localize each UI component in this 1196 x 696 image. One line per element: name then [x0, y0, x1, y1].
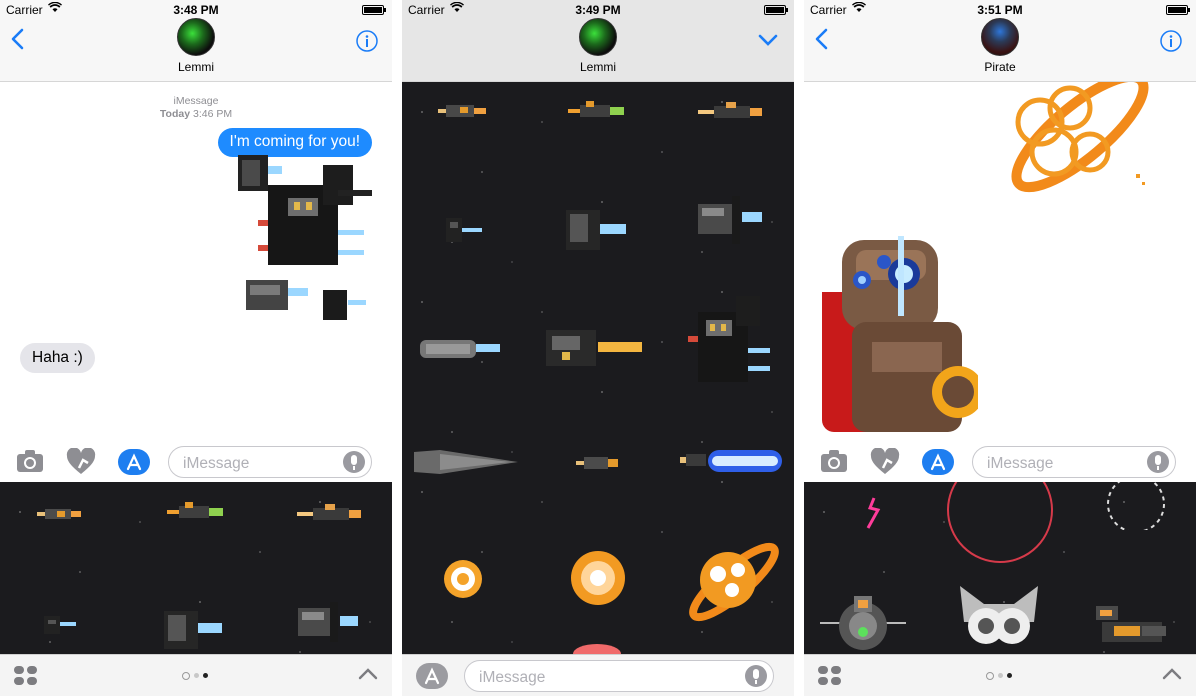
sticker-item[interactable]: [160, 607, 228, 651]
status-bar: Carrier 3:51 PM: [804, 0, 1196, 20]
info-icon[interactable]: [356, 30, 378, 52]
page-indicator[interactable]: [0, 670, 392, 680]
message-input-placeholder: iMessage: [183, 455, 250, 472]
time-label: 3:46 PM: [192, 108, 233, 120]
incoming-message-bubble[interactable]: Haha :): [20, 343, 95, 373]
microphone-icon[interactable]: [343, 451, 365, 473]
sticker-item[interactable]: [436, 100, 490, 122]
chevron-up-icon[interactable]: [358, 667, 378, 686]
sticker-item[interactable]: [442, 214, 488, 246]
nav-header: Carrier 3:49 PM Lemmi: [402, 0, 794, 82]
explosion-sticker[interactable]: [970, 71, 1160, 222]
page-indicator[interactable]: [804, 670, 1196, 680]
back-chevron-icon[interactable]: [814, 28, 830, 52]
status-bar: Carrier 3:49 PM: [402, 0, 794, 20]
app-store-icon[interactable]: [118, 449, 150, 475]
sticker-item[interactable]: [1092, 602, 1172, 650]
sticker-item[interactable]: [686, 292, 778, 402]
battery-icon: [764, 5, 788, 15]
contact-name[interactable]: Pirate: [804, 60, 1196, 74]
sticker-tray: [804, 482, 1196, 654]
sticker-item[interactable]: [567, 642, 627, 654]
chevron-up-icon[interactable]: [1162, 667, 1182, 686]
microphone-icon[interactable]: [745, 665, 767, 687]
compose-bar: iMessage: [402, 654, 794, 696]
day-label: Today: [159, 108, 191, 120]
nav-header: Carrier 3:51 PM Pirate: [804, 0, 1196, 82]
screen-expanded-stickers: Carrier 3:49 PM Lemmi iMessage: [402, 0, 794, 696]
clock-time: 3:49 PM: [575, 3, 621, 17]
sticker-item[interactable]: [165, 500, 227, 524]
contact-name[interactable]: Lemmi: [402, 60, 794, 74]
avatar[interactable]: [981, 18, 1019, 56]
sticker-item[interactable]: [696, 194, 768, 246]
sticker-item[interactable]: [818, 592, 908, 654]
pirate-robot-sticker[interactable]: [822, 232, 978, 432]
sticker-item[interactable]: [416, 332, 506, 366]
sticker-item[interactable]: [40, 612, 82, 638]
clock-time: 3:51 PM: [977, 3, 1023, 17]
sticker-item[interactable]: [296, 600, 362, 644]
app-drawer-bar: [804, 654, 1196, 696]
clock-time: 3:48 PM: [173, 3, 219, 17]
sticker-tray: [0, 482, 392, 654]
app-drawer-bar: [0, 654, 392, 696]
sticker-item[interactable]: [542, 324, 652, 372]
contact-name[interactable]: Lemmi: [0, 60, 392, 74]
sticker-item[interactable]: [442, 558, 484, 600]
sticker-item[interactable]: [696, 100, 766, 124]
sticker-item[interactable]: [35, 504, 85, 524]
recent-clock-icon: [986, 671, 994, 680]
sticker-item[interactable]: [566, 98, 628, 124]
chevron-down-icon[interactable]: [758, 34, 778, 46]
compose-bar: iMessage: [804, 442, 1196, 482]
sticker-item[interactable]: [678, 444, 786, 480]
sticker-item[interactable]: [410, 446, 520, 478]
battery-icon: [362, 5, 386, 15]
compose-bar: iMessage: [0, 442, 392, 482]
screen-conversation-lemmi: Carrier 3:48 PM Lemmi iMessage Today 3:4…: [0, 0, 392, 696]
sticker-item[interactable]: [1104, 482, 1168, 530]
avatar[interactable]: [579, 18, 617, 56]
app-store-icon[interactable]: [922, 449, 954, 475]
app-store-icon[interactable]: [416, 663, 448, 689]
message-input[interactable]: iMessage: [972, 446, 1176, 478]
info-icon[interactable]: [1160, 30, 1182, 52]
screenshot-composite: Carrier 3:48 PM Lemmi iMessage Today 3:4…: [0, 0, 1196, 696]
screen-conversation-pirate: Carrier 3:51 PM Pirate iMessage: [804, 0, 1196, 696]
avatar[interactable]: [177, 18, 215, 56]
sticker-item[interactable]: [295, 502, 365, 526]
sticker-item[interactable]: [944, 482, 1056, 572]
sticker-item[interactable]: [864, 496, 884, 530]
status-bar: Carrier 3:48 PM: [0, 0, 392, 20]
service-label: iMessage: [173, 95, 219, 107]
sticker-grid: [402, 82, 794, 654]
nav-header: Carrier 3:48 PM Lemmi: [0, 0, 392, 82]
message-input-placeholder: iMessage: [479, 669, 546, 686]
sticker-item[interactable]: [562, 206, 632, 254]
message-input[interactable]: iMessage: [168, 446, 372, 478]
microphone-icon[interactable]: [1147, 451, 1169, 473]
battery-icon: [1166, 5, 1190, 15]
message-input-placeholder: iMessage: [987, 455, 1054, 472]
ship-sticker-large[interactable]: [228, 150, 378, 330]
sticker-item[interactable]: [574, 452, 622, 474]
digital-touch-icon[interactable]: [870, 447, 900, 481]
sticker-item[interactable]: [568, 548, 628, 608]
digital-touch-icon[interactable]: [66, 447, 96, 481]
camera-icon[interactable]: [820, 449, 848, 478]
sticker-item[interactable]: [682, 530, 788, 634]
thread-timestamp: iMessage Today 3:46 PM: [0, 95, 392, 121]
sticker-item[interactable]: [954, 582, 1044, 654]
message-input[interactable]: iMessage: [464, 660, 774, 692]
back-chevron-icon[interactable]: [10, 28, 26, 52]
recent-clock-icon: [182, 671, 190, 680]
camera-icon[interactable]: [16, 449, 44, 478]
